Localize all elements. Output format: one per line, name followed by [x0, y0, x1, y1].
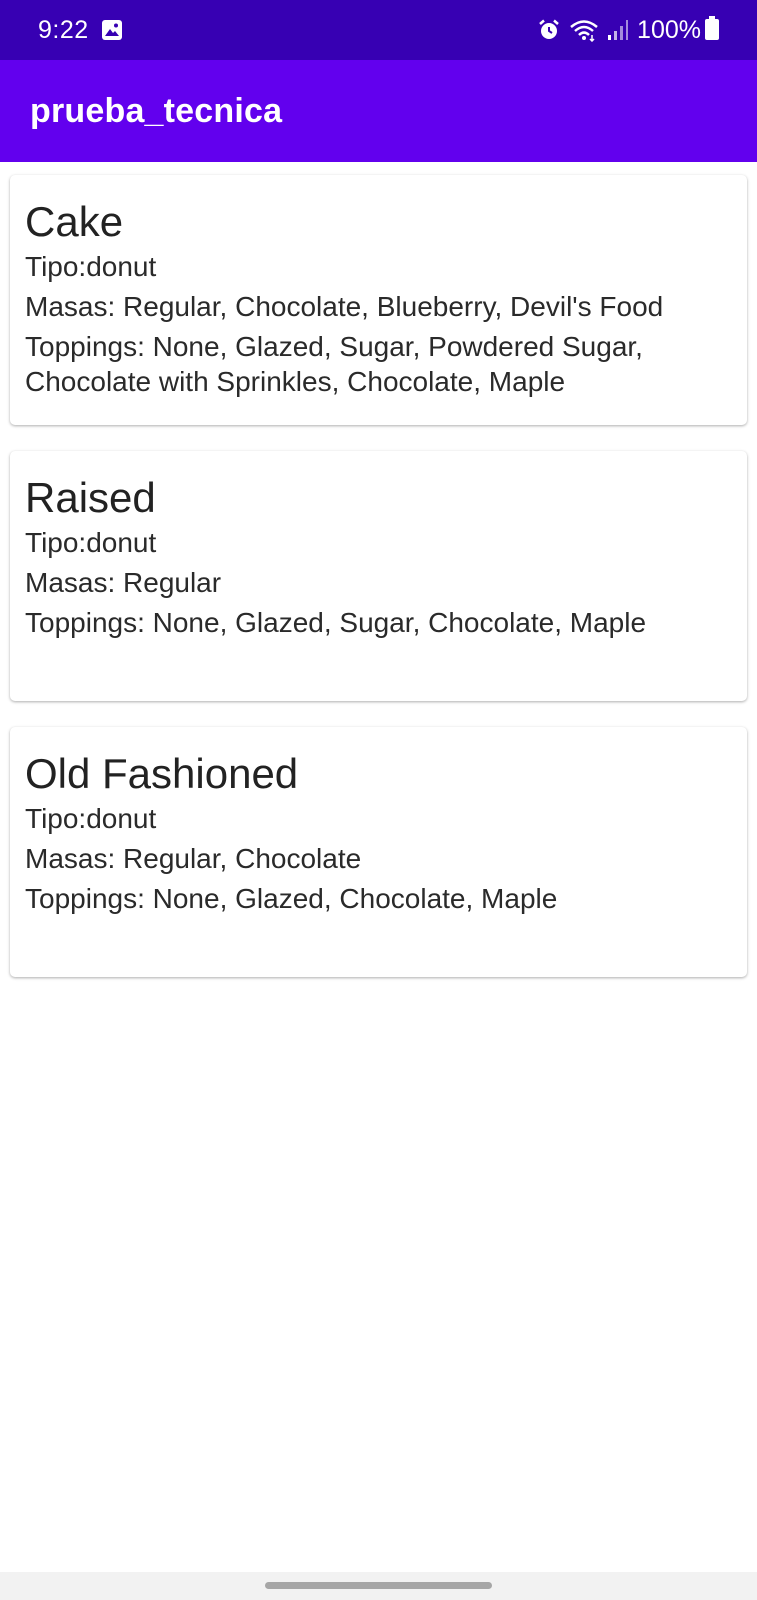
card-toppings: Toppings: None, Glazed, Chocolate, Maple	[25, 883, 558, 914]
battery-percent: 100%	[637, 15, 701, 44]
card-tipo: Tipo:donut	[25, 803, 157, 834]
card-title: Raised	[25, 474, 156, 521]
navigation-bar	[0, 1572, 757, 1600]
signal-icon	[607, 19, 629, 41]
card-masas: Masas: Regular, Chocolate, Blueberry, De…	[25, 291, 664, 322]
card-tipo: Tipo:donut	[25, 251, 157, 282]
donut-card[interactable]: Raised Tipo:donut Masas: Regular Topping…	[10, 451, 747, 701]
card-masas: Masas: Regular, Chocolate	[25, 843, 362, 874]
donut-card[interactable]: Old Fashioned Tipo:donut Masas: Regular,…	[10, 727, 747, 977]
status-left: 9:22	[38, 16, 123, 45]
app-bar: prueba_tecnica	[0, 60, 757, 162]
donut-card[interactable]: Cake Tipo:donut Masas: Regular, Chocolat…	[10, 175, 747, 425]
card-tipo: Tipo:donut	[25, 527, 157, 558]
status-bar: 9:22 100%	[0, 0, 757, 60]
card-masas: Masas: Regular	[25, 567, 222, 598]
card-title: Cake	[25, 198, 124, 245]
status-right: 100%	[529, 15, 719, 45]
gallery-icon	[101, 19, 123, 41]
card-title: Old Fashioned	[25, 750, 299, 797]
donut-list: Cake Tipo:donut Masas: Regular, Chocolat…	[10, 175, 747, 1003]
home-gesture-handle[interactable]	[265, 1582, 492, 1589]
battery-icon	[705, 15, 719, 45]
alarm-icon	[537, 18, 561, 42]
app-title: prueba_tecnica	[30, 91, 283, 130]
card-toppings: Toppings: None, Glazed, Sugar, Powdered …	[25, 331, 643, 397]
status-time: 9:22	[38, 15, 89, 44]
wifi-icon	[569, 18, 599, 42]
card-toppings: Toppings: None, Glazed, Sugar, Chocolate…	[25, 607, 647, 638]
